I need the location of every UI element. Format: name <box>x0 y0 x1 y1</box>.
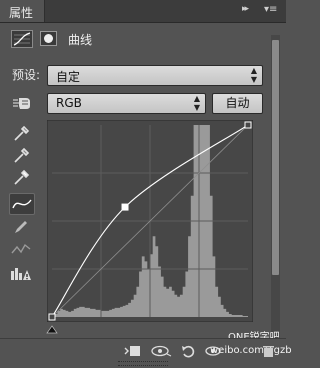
clip-to-layer-icon[interactable] <box>124 344 142 358</box>
curve-control-point[interactable] <box>244 121 252 129</box>
pencil-draw-icon[interactable] <box>9 217 33 237</box>
delete-trash-icon[interactable] <box>261 344 279 358</box>
tab-properties[interactable]: 属性 <box>0 0 45 22</box>
clipping-warning-icon[interactable] <box>9 263 33 283</box>
layer-mask-icon[interactable] <box>40 31 57 46</box>
updown-arrow-icon: ▲ ▼ <box>250 66 257 84</box>
watermark-url: weibo.com/1gzb <box>210 345 292 356</box>
resize-grip[interactable] <box>118 361 168 366</box>
preset-select[interactable]: 自定 ▲ ▼ <box>47 65 263 86</box>
gray-point-eyedropper-icon[interactable] <box>9 145 33 165</box>
curves-graph[interactable] <box>47 120 253 322</box>
tab-label: 属性 <box>9 6 34 20</box>
curves-adjustment-icon[interactable] <box>11 30 33 48</box>
preset-value: 自定 <box>56 70 81 84</box>
collapse-panel-icon[interactable]: ▸▸ <box>242 4 249 14</box>
curve-control-point[interactable] <box>48 313 56 321</box>
auto-button[interactable]: 自动 <box>212 93 263 114</box>
smooth-curve-icon[interactable] <box>9 239 33 259</box>
reset-icon[interactable] <box>180 344 198 358</box>
view-previous-state-icon[interactable] <box>151 344 172 358</box>
black-point-slider-icon[interactable] <box>46 325 58 334</box>
channel-value: RGB <box>56 96 82 110</box>
edit-points-curve-icon[interactable] <box>9 193 35 215</box>
black-point-eyedropper-icon[interactable] <box>9 123 33 143</box>
panel-menu-icon[interactable]: ▾≡ <box>264 4 277 15</box>
curve-control-point[interactable] <box>121 203 129 211</box>
on-image-adjust-hand-icon[interactable] <box>10 94 34 112</box>
scrollbar-thumb[interactable] <box>272 40 279 275</box>
white-point-eyedropper-icon[interactable] <box>9 167 33 187</box>
updown-arrow-icon: ▲ ▼ <box>193 94 200 112</box>
adjustment-title: 曲线 <box>68 33 93 47</box>
channel-select[interactable]: RGB ▲ ▼ <box>47 93 206 114</box>
preset-label: 预设: <box>12 68 41 82</box>
